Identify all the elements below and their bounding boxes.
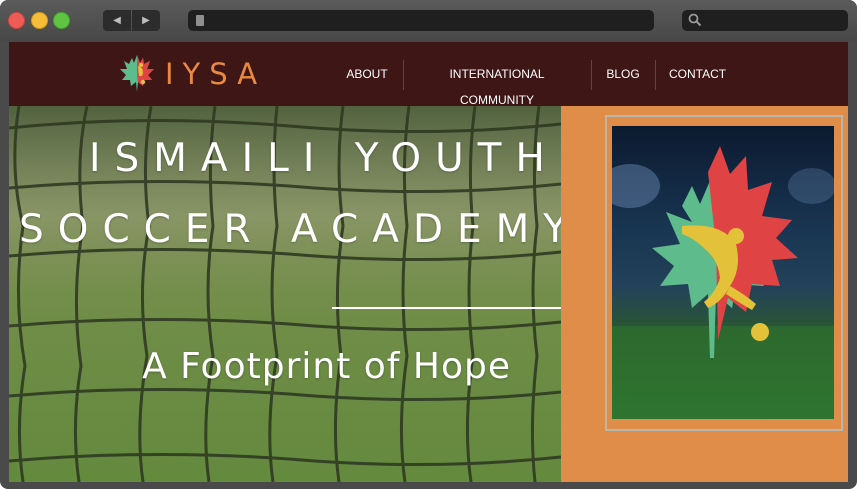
browser-window: ◀ ▶ IYSA ABOUT INTERNATIONAL COMMUNITY B… <box>0 0 857 489</box>
close-window-button[interactable] <box>8 12 25 29</box>
browser-titlebar: ◀ ▶ <box>0 0 857 42</box>
nav-divider <box>403 60 404 90</box>
zoom-window-button[interactable] <box>53 12 70 29</box>
nav-divider <box>591 60 592 90</box>
maple-leaf-logo-icon[interactable] <box>115 52 159 98</box>
nav-divider <box>655 60 656 90</box>
address-bar[interactable] <box>188 10 654 31</box>
hero-title-line-2: SOCCER ACADEMY <box>19 207 561 252</box>
page-viewport: IYSA ABOUT INTERNATIONAL COMMUNITY BLOG … <box>9 42 848 482</box>
nav-item-blog[interactable]: BLOG <box>605 61 641 87</box>
hero-tagline: A Footprint of Hope <box>142 346 511 387</box>
nav-item-international-community[interactable]: INTERNATIONAL COMMUNITY <box>417 61 577 107</box>
site-logo-text[interactable]: IYSA <box>165 54 266 94</box>
academy-emblem-image <box>612 126 834 419</box>
search-icon <box>688 13 702 27</box>
hero-banner: ISMAILI YOUTH SOCCER ACADEMY A Footprint… <box>9 106 561 482</box>
page-icon <box>196 15 204 26</box>
emblem-frame <box>605 115 843 431</box>
search-bar[interactable] <box>682 10 848 31</box>
hero-divider <box>332 307 561 309</box>
site-header: IYSA ABOUT INTERNATIONAL COMMUNITY BLOG … <box>9 42 848 107</box>
back-button[interactable]: ◀ <box>103 10 131 31</box>
nav-item-about[interactable]: ABOUT <box>344 61 390 87</box>
maple-leaf-player-icon <box>612 146 834 419</box>
nav-item-contact[interactable]: CONTACT <box>669 61 726 87</box>
minimize-window-button[interactable] <box>31 12 48 29</box>
hero-title-line-1: ISMAILI YOUTH <box>89 136 559 181</box>
forward-button[interactable]: ▶ <box>132 10 160 31</box>
